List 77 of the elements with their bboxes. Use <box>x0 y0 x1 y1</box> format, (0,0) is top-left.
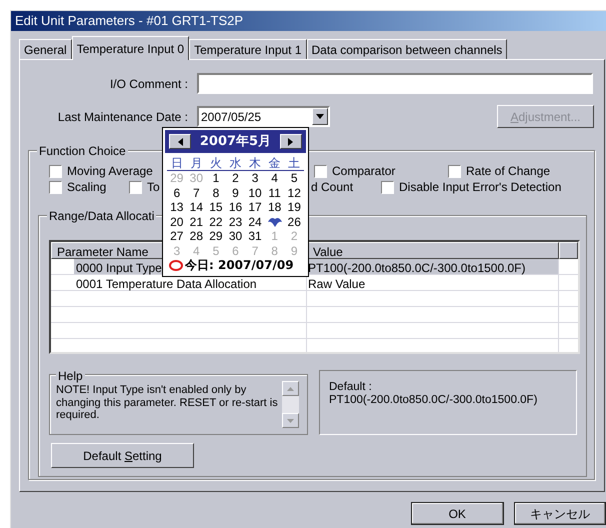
checkbox[interactable] <box>381 180 394 194</box>
dialog-button[interactable]: OK <box>411 502 504 525</box>
calendar-day[interactable]: 22 <box>206 214 226 229</box>
checkbox-label: To <box>147 179 160 196</box>
calendar-day[interactable]: 13 <box>167 200 187 214</box>
calendar-day[interactable]: 26 <box>284 214 304 229</box>
weekday-label: 土 <box>287 156 302 170</box>
checkbox[interactable] <box>129 180 142 194</box>
calendar-day[interactable]: 12 <box>284 186 304 200</box>
calendar-day[interactable]: 31 <box>245 229 265 244</box>
up-arrow-icon <box>287 386 294 390</box>
tab[interactable]: Temperature Input 0 <box>72 36 190 60</box>
calendar-day[interactable]: 29 <box>206 229 226 244</box>
calendar-day[interactable]: 24 <box>245 214 265 229</box>
calendar-day[interactable]: 27 <box>167 229 187 244</box>
calendar-day[interactable]: 28 <box>186 229 206 244</box>
text-field[interactable] <box>197 73 593 94</box>
checkbox-label: Moving Average <box>67 163 153 180</box>
weekday-label: 日 <box>170 156 184 170</box>
tab[interactable]: General <box>19 39 72 59</box>
tab[interactable]: Temperature Input 1 <box>189 39 307 59</box>
calendar-day[interactable]: 2 <box>226 171 246 186</box>
next-month-icon[interactable] <box>280 134 302 149</box>
weekday-label: 木 <box>248 156 262 170</box>
calendar-month: 2007年5月 <box>200 132 272 151</box>
today-link[interactable]: 今日: 2007/07/09 <box>185 258 294 272</box>
calendar-day[interactable]: 19 <box>284 200 304 214</box>
calendar-day[interactable]: 3 <box>245 171 265 186</box>
calendar-day[interactable]: 15 <box>206 200 226 214</box>
weekday-label: 火 <box>208 156 223 170</box>
scroll-up-button[interactable] <box>282 381 299 396</box>
checkbox-label: Comparator <box>332 163 396 180</box>
calendar-day[interactable]: 30 <box>226 229 246 244</box>
field-label: Last Maintenance Date : <box>56 108 188 126</box>
checkbox[interactable] <box>49 180 62 194</box>
table-cell-text: 0001 Temperature Data Allocation <box>75 276 257 290</box>
checkbox-label: Scaling <box>67 179 106 196</box>
calendar-day[interactable]: 18 <box>264 200 284 214</box>
calendar-day[interactable]: 17 <box>245 200 265 214</box>
down-arrow-icon <box>287 418 294 422</box>
checkbox[interactable] <box>49 164 62 178</box>
checkbox[interactable] <box>314 164 327 178</box>
calendar-day[interactable]: 9 <box>226 186 246 200</box>
default-info: Default : PT100(-200.0to850.0C/-300.0to1500.0F) <box>319 370 577 435</box>
calendar-day[interactable]: 23 <box>226 214 246 229</box>
checkbox-label: Rate of Change <box>466 163 550 180</box>
column-header[interactable]: Value <box>307 242 559 259</box>
default-setting-button[interactable]: Default Setting <box>51 443 194 468</box>
weekday-label: 金 <box>268 156 282 170</box>
table-cell-text: 0000 Input Type <box>75 260 162 274</box>
weekday-label: 水 <box>228 156 242 170</box>
tab[interactable]: Data comparison between channels <box>306 39 508 59</box>
checkbox-label: d Count <box>311 179 354 196</box>
calendar-day[interactable]: 21 <box>186 214 206 229</box>
calendar-day[interactable]: 8 <box>206 186 226 200</box>
dialog-button[interactable]: キャンセル <box>514 502 606 525</box>
help-text: NOTE! Input Type isn't enabled only by changing this parameter. RESET or re-start is required. <box>56 384 278 423</box>
scroll-down-button[interactable] <box>282 413 299 428</box>
calendar-day[interactable]: 1 <box>206 171 226 186</box>
calendar-day[interactable]: 5 <box>284 171 304 186</box>
checkbox-label: Disable Input Error's Detection <box>399 179 562 196</box>
calendar-day[interactable]: 6 <box>167 186 187 200</box>
calendar-day[interactable]: 11 <box>264 186 284 200</box>
selected-day-icon[interactable] <box>266 216 283 228</box>
window-title: Edit Unit Parameters - #01 GRT1-TS2P <box>15 12 244 30</box>
calendar-day[interactable]: 4 <box>264 171 284 186</box>
field-label: I/O Comment : <box>108 76 188 92</box>
date-dropdown[interactable]: 2007/05/25 <box>197 106 330 127</box>
calendar-day[interactable]: 20 <box>167 214 187 229</box>
calendar-day[interactable]: 16 <box>226 200 246 214</box>
checkbox[interactable] <box>448 164 461 178</box>
calendar-day[interactable]: 7 <box>186 186 206 200</box>
previous-month-icon[interactable] <box>169 134 191 149</box>
calendar-day[interactable]: 14 <box>186 200 206 214</box>
calendar-day[interactable]: 10 <box>245 186 265 200</box>
circle-marker-icon <box>169 260 183 270</box>
weekday-label: 月 <box>189 156 204 170</box>
